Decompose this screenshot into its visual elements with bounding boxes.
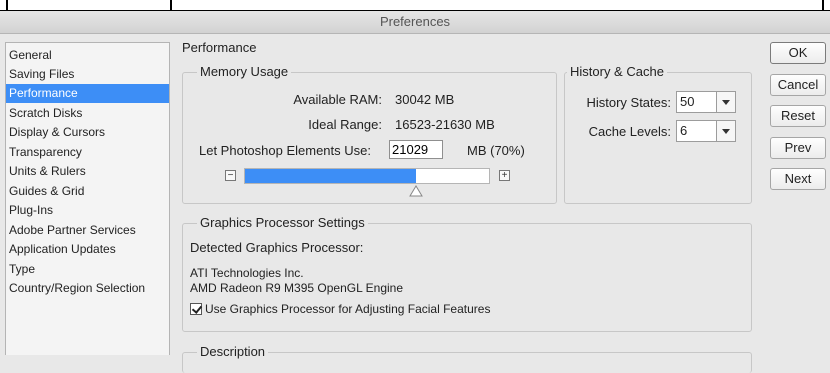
available-ram-label: Available RAM: — [293, 92, 382, 107]
memory-use-label: Let Photoshop Elements Use: — [199, 143, 371, 158]
background-window-edge — [0, 0, 830, 11]
description-title: Description — [197, 344, 269, 359]
preferences-sidebar: General Saving Files Performance Scratch… — [5, 42, 170, 355]
history-cache-title: History & Cache — [567, 64, 667, 79]
history-states-label: History States: — [586, 95, 671, 110]
background-divider — [6, 0, 8, 10]
cache-levels-label: Cache Levels: — [588, 124, 671, 139]
sidebar-item-plug-ins[interactable]: Plug-Ins — [6, 201, 169, 220]
facial-features-gpu-label[interactable]: Use Graphics Processor for Adjusting Fac… — [205, 302, 490, 316]
reset-button[interactable]: Reset — [770, 105, 826, 127]
memory-use-suffix: MB (70%) — [467, 143, 525, 158]
sidebar-item-units-rulers[interactable]: Units & Rulers — [6, 162, 169, 181]
increase-memory-button[interactable]: + — [499, 170, 510, 181]
history-states-value: 50 — [680, 94, 695, 109]
sidebar-item-guides-grid[interactable]: Guides & Grid — [6, 182, 169, 201]
facial-features-gpu-checkbox[interactable] — [190, 303, 202, 315]
sidebar-item-country-region[interactable]: Country/Region Selection — [6, 279, 169, 298]
available-ram-value: 30042 MB — [395, 92, 455, 107]
gpu-renderer: AMD Radeon R9 M395 OpenGL Engine — [190, 281, 404, 295]
sidebar-item-general[interactable]: General — [6, 46, 169, 65]
cancel-button[interactable]: Cancel — [770, 74, 826, 96]
background-divider — [170, 0, 172, 10]
memory-slider[interactable] — [244, 168, 490, 184]
ideal-range-value: 16523-21630 MB — [395, 117, 495, 132]
memory-slider-fill — [245, 169, 416, 183]
prev-button[interactable]: Prev — [770, 137, 826, 159]
ok-button[interactable]: OK — [770, 42, 826, 64]
sidebar-item-application-updates[interactable]: Application Updates — [6, 240, 169, 259]
cache-levels-value: 6 — [680, 123, 688, 138]
chevron-down-icon — [716, 121, 735, 141]
sidebar-item-display-cursors[interactable]: Display & Cursors — [6, 123, 169, 142]
sidebar-item-scratch-disks[interactable]: Scratch Disks — [6, 104, 169, 123]
sidebar-item-saving-files[interactable]: Saving Files — [6, 65, 169, 84]
background-divider — [822, 0, 824, 10]
detected-gpu-label: Detected Graphics Processor: — [190, 240, 364, 255]
gpu-vendor: ATI Technologies Inc. — [190, 266, 304, 280]
sidebar-item-performance[interactable]: Performance — [6, 84, 169, 103]
sidebar-item-type[interactable]: Type — [6, 260, 169, 279]
memory-usage-title: Memory Usage — [197, 64, 292, 79]
window-title: Preferences — [0, 11, 830, 34]
sidebar-item-adobe-partner-services[interactable]: Adobe Partner Services — [6, 221, 169, 240]
section-title: Performance — [182, 40, 257, 55]
memory-slider-knob[interactable] — [409, 184, 430, 198]
sidebar-item-transparency[interactable]: Transparency — [6, 143, 169, 162]
decrease-memory-button[interactable]: − — [225, 170, 236, 181]
graphics-processor-title: Graphics Processor Settings — [197, 215, 368, 230]
cache-levels-select[interactable]: 6 — [676, 120, 736, 142]
history-states-select[interactable]: 50 — [676, 91, 736, 113]
next-button[interactable]: Next — [770, 168, 826, 190]
ideal-range-label: Ideal Range: — [308, 117, 382, 132]
memory-use-input[interactable] — [389, 140, 443, 159]
chevron-down-icon — [716, 92, 735, 112]
